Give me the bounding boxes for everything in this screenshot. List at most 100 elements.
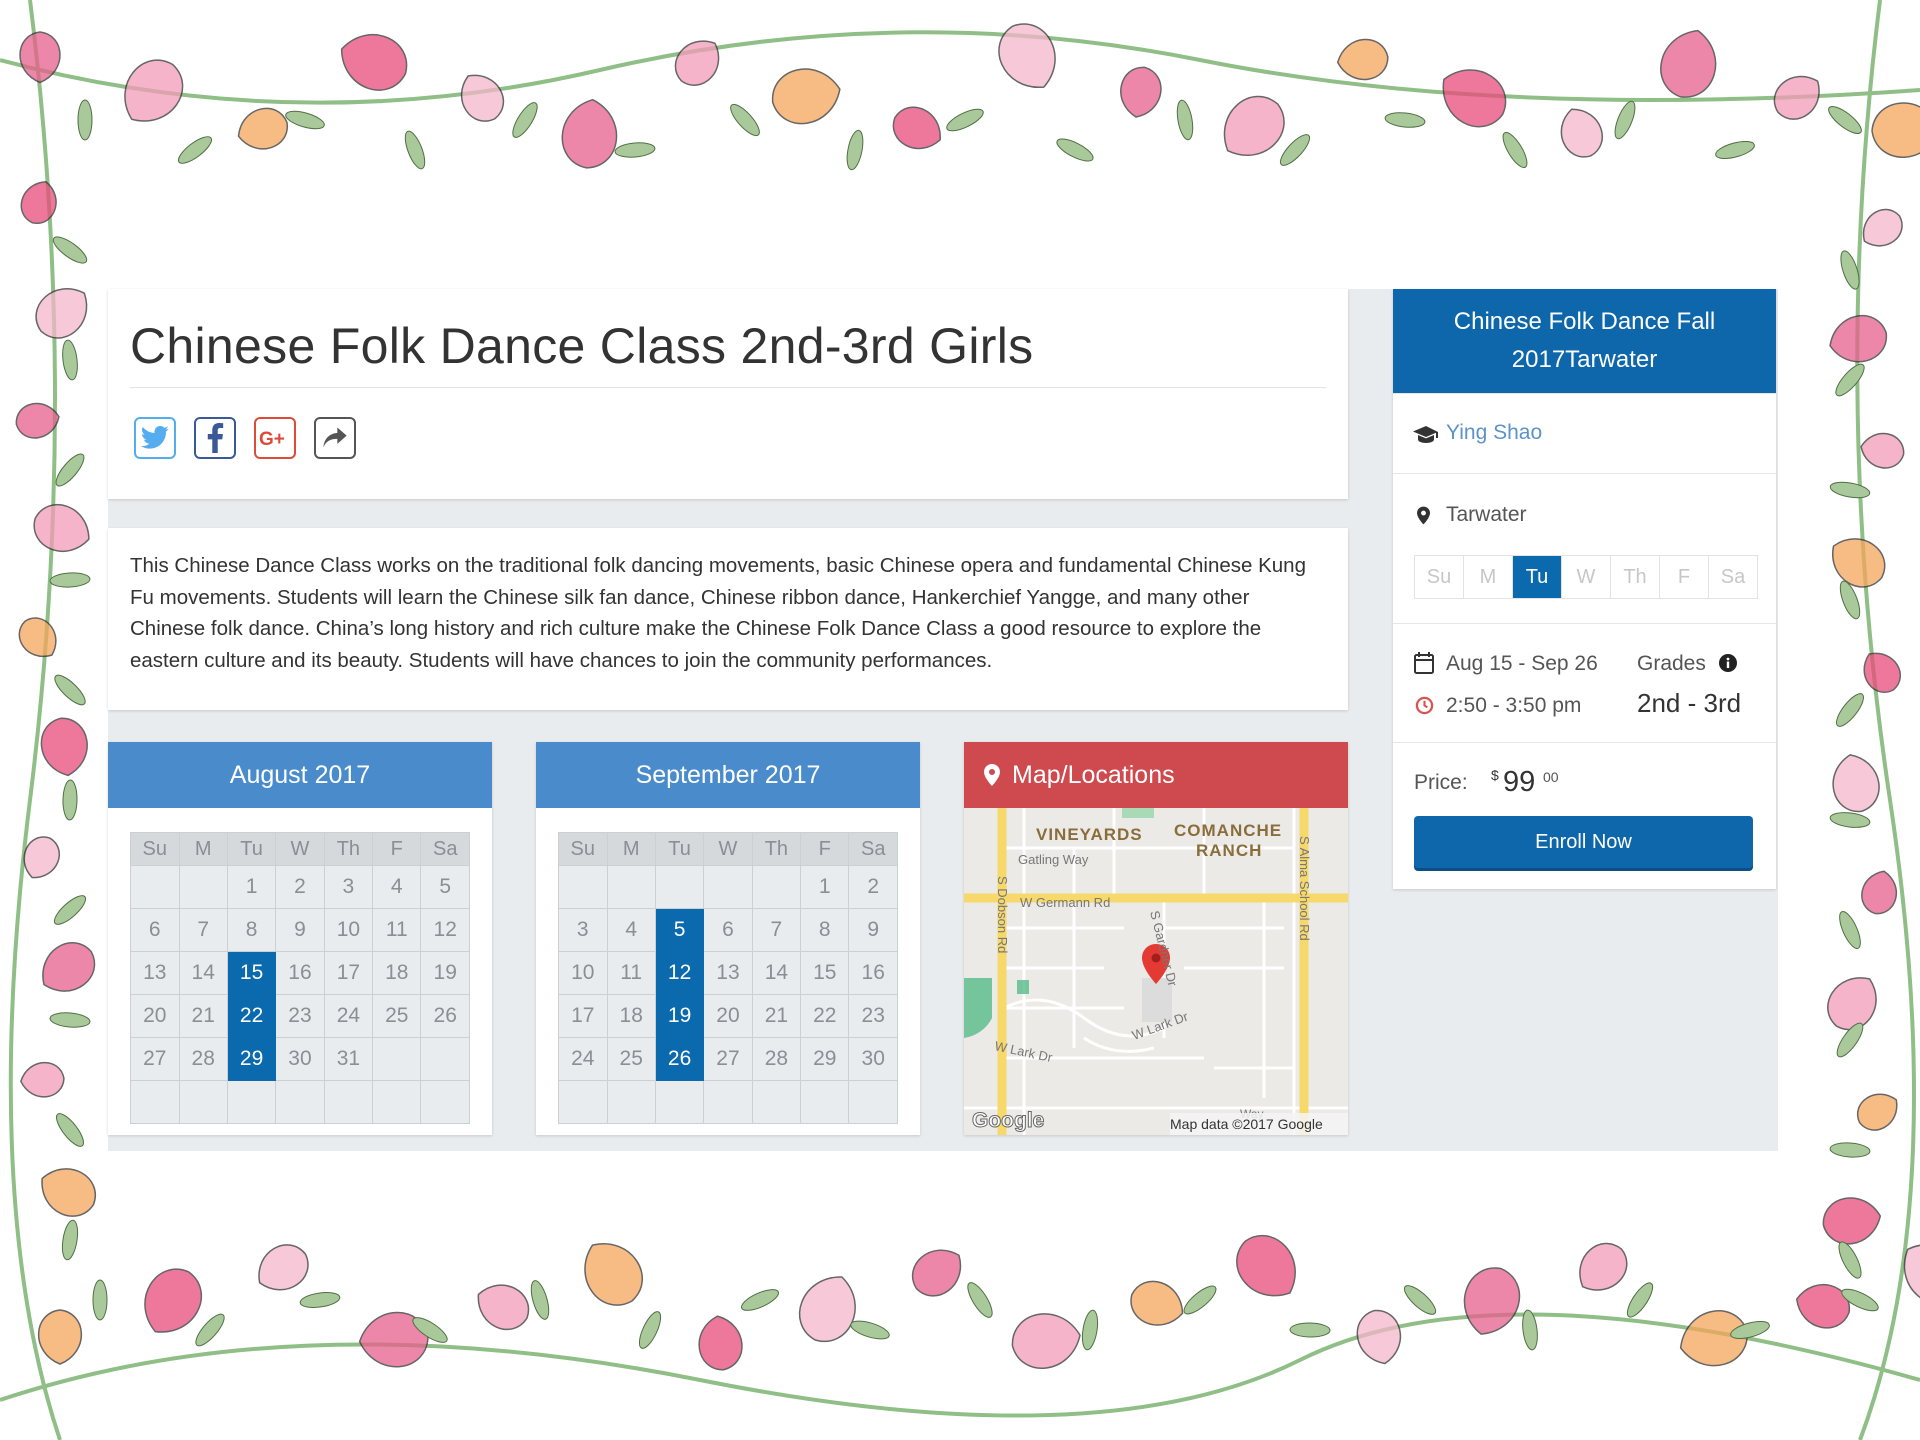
calendar-day: 13 — [130, 951, 180, 995]
calendar-day: 13 — [703, 951, 753, 995]
map-label-ranch: RANCH — [1196, 841, 1262, 860]
weekday-header: Tu — [654, 832, 705, 866]
clock-icon — [1415, 696, 1434, 715]
instructor-link[interactable]: Ying Shao — [1446, 421, 1542, 445]
calendar-day: 5 — [420, 865, 470, 909]
calendar-empty-cell — [372, 1080, 422, 1124]
calendar-week-row: 20 21 22 23 24 25 26 — [130, 994, 470, 1038]
price-currency: $ — [1491, 767, 1499, 783]
calendar-day: 12 — [420, 908, 470, 952]
weekday-header: Su — [558, 832, 608, 866]
calendar-week-row: 6 7 8 9 10 11 12 — [130, 908, 470, 952]
calendar-day: 16 — [275, 951, 325, 995]
weekday-header: Tu — [226, 832, 277, 866]
weekday-header: M — [606, 832, 656, 866]
calendar-empty-cell — [558, 1080, 608, 1124]
page-title: Chinese Folk Dance Class 2nd-3rd Girls — [130, 318, 1034, 374]
calendar-day: 2 — [848, 865, 898, 909]
calendar-empty-cell — [130, 865, 180, 909]
calendar-day: 3 — [558, 908, 608, 952]
google-logo: Google — [972, 1109, 1044, 1132]
class-time: 2:50 - 3:50 pm — [1446, 694, 1582, 717]
google-plus-icon: G+ — [259, 429, 285, 450]
map-label-gatling: Gatling Way — [1018, 852, 1089, 867]
calendar-grid: Su M Tu W Th F Sa 1 2 3 4 5 6 7 8 9 10 11 12 13 14 15 16 17 18 19… — [130, 832, 470, 1124]
price-cents: 00 — [1543, 769, 1559, 785]
calendar-day-class-session: 12 — [654, 951, 705, 995]
weekday-header: Sa — [848, 832, 898, 866]
calendar-week-row — [130, 1080, 470, 1124]
title-divider — [130, 387, 1326, 388]
calendar-day: 17 — [558, 994, 608, 1038]
calendar-day: 20 — [130, 994, 180, 1038]
share-link-button[interactable] — [314, 417, 356, 459]
facebook-share-button[interactable] — [194, 417, 236, 459]
calendar-week-row: 24 25 26 27 28 29 30 — [558, 1037, 898, 1081]
meeting-day-f: F — [1660, 556, 1709, 598]
map-label-comanche: COMANCHE — [1174, 821, 1282, 840]
calendar-september: September 2017 Su M Tu W Th F Sa 1 2 3 4 5 6 7 8 9 10 11 1… — [536, 742, 920, 1135]
weekday-header: W — [275, 832, 325, 866]
calendar-day: 27 — [703, 1037, 753, 1081]
calendar-day: 14 — [751, 951, 802, 995]
calendar-day: 3 — [323, 865, 374, 909]
calendar-day: 4 — [372, 865, 422, 909]
google-plus-share-button[interactable]: G+ — [254, 417, 296, 459]
calendar-icon — [1414, 652, 1434, 674]
weekday-header: F — [372, 832, 422, 866]
calendar-day: 1 — [226, 865, 277, 909]
calendar-empty-cell — [558, 865, 608, 909]
calendar-day-class-session: 26 — [654, 1037, 705, 1081]
location-row: Tarwater — [1393, 473, 1776, 624]
calendar-day: 7 — [178, 908, 228, 952]
calendar-day: 11 — [372, 908, 422, 952]
graduation-cap-icon — [1413, 426, 1438, 443]
calendar-empty-cell — [178, 865, 228, 909]
calendar-empty-cell — [606, 1080, 656, 1124]
embedded-map[interactable]: VINEYARDS COMANCHE RANCH Gatling Way W G… — [964, 808, 1348, 1135]
calendar-day-class-session: 5 — [654, 908, 705, 952]
meeting-day-tu: Tu — [1513, 556, 1562, 598]
calendar-empty-cell — [751, 865, 802, 909]
weekday-header: Th — [323, 832, 374, 866]
weekday-header: F — [800, 832, 850, 866]
meeting-day-sa: Sa — [1720, 566, 1746, 588]
location-pin-icon — [1417, 506, 1430, 525]
class-description: This Chinese Dance Class works on the tr… — [130, 554, 1306, 672]
calendar-day: 23 — [275, 994, 325, 1038]
weekday-header: M — [178, 832, 228, 866]
grades-label: Grades — [1637, 652, 1706, 675]
calendar-empty-cell — [606, 865, 656, 909]
calendar-month-title: September 2017 — [536, 742, 920, 808]
weekday-header: Su — [130, 832, 180, 866]
calendar-day: 25 — [372, 994, 422, 1038]
calendar-empty-cell — [178, 1080, 228, 1124]
price-amount: 99 — [1503, 766, 1536, 798]
calendar-day: 18 — [606, 994, 656, 1038]
calendar-day: 6 — [703, 908, 753, 952]
calendar-empty-cell — [275, 1080, 325, 1124]
calendar-day: 27 — [130, 1037, 180, 1081]
calendar-empty-cell — [372, 1037, 422, 1081]
twitter-share-button[interactable] — [134, 417, 176, 459]
calendar-day: 18 — [372, 951, 422, 995]
map-label-alma: S Alma School Rd — [1297, 836, 1312, 941]
enroll-now-button[interactable]: Enroll Now — [1414, 816, 1753, 868]
calendar-day-class-session: 15 — [226, 951, 277, 995]
calendar-day: 24 — [558, 1037, 608, 1081]
calendar-empty-cell — [130, 1080, 180, 1124]
calendar-week-row: 3456789 — [558, 908, 898, 952]
calendar-week-row: 12 — [558, 865, 898, 909]
calendar-empty-cell — [420, 1080, 470, 1124]
calendar-day: 9 — [275, 908, 325, 952]
session-title: Chinese Folk Dance Fall 2017Tarwater — [1393, 289, 1776, 393]
map-label-vineyards: VINEYARDS — [1036, 825, 1143, 844]
calendar-day: 20 — [703, 994, 753, 1038]
calendar-day: 28 — [751, 1037, 802, 1081]
calendar-day: 10 — [323, 908, 374, 952]
share-buttons: G+ — [134, 417, 356, 459]
calendar-month-title: August 2017 — [108, 742, 492, 808]
calendar-day: 2 — [275, 865, 325, 909]
calendar-week-row: 10 11 12 13 14 15 16 — [558, 951, 898, 995]
info-icon[interactable] — [1719, 654, 1737, 672]
